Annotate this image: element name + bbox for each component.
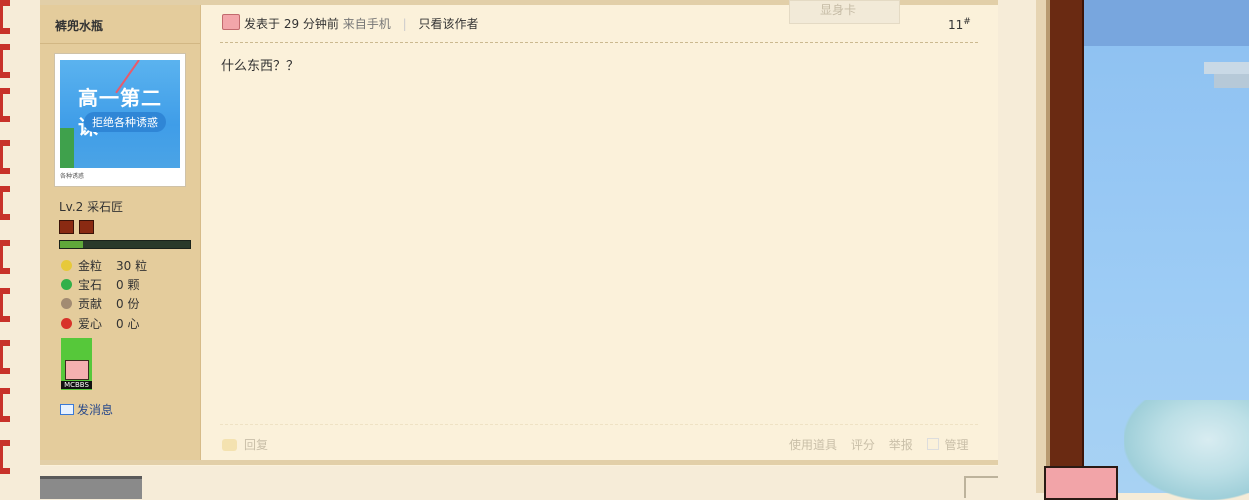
stat-love: 爱心 0 心 [61,315,139,332]
cloud-decoration [1204,62,1249,88]
speech-bubble-icon [222,439,237,451]
avatar-subline: 拒绝各种诱惑 [84,112,166,132]
post-bottom-border [40,460,998,465]
sky-background [1084,0,1249,500]
mcbbs-medal[interactable]: MCBBS [61,338,92,390]
floor-number[interactable]: 11# [948,17,971,32]
show-card-button[interactable]: 显身卡 [789,0,900,24]
fold-icon[interactable] [964,476,998,498]
reply-button[interactable]: 回复 [222,436,268,453]
post-time: 发表于 29 分钟前 [244,17,339,31]
contribution-icon [61,298,72,309]
left-chain-decoration [0,0,12,493]
divider [40,43,200,44]
pig-icon [222,14,240,30]
author-sidebar: 裤兜水瓶 高一第二课 拒绝各种诱惑 各种诱惑 Lv.2 采石匠 金粒30 粒 宝… [40,5,201,460]
stat-gem: 宝石 0 颗 [61,276,139,293]
only-author-link[interactable]: 只看该作者 [418,17,478,31]
gold-nugget-icon [61,260,72,271]
helmet-icon [79,220,94,234]
pig-decoration [1044,466,1118,500]
post-tools: 使用道具 评分 举报 管理 [789,436,979,453]
avatar-caption: 各种诱惑 [60,173,85,180]
avatar[interactable]: 高一第二课 拒绝各种诱惑 各种诱惑 [54,53,186,187]
manage-checkbox[interactable] [926,438,939,450]
next-post-bar [40,476,142,499]
stat-gold: 金粒 30 粒 [61,257,147,274]
wood-frame-decoration [1036,0,1084,493]
post-content: 什么东西？？ [221,59,300,74]
author-name[interactable]: 裤兜水瓶 [55,17,103,34]
level-progress-bar [59,240,191,249]
user-level: Lv.2 采石匠 [59,200,124,214]
apple-heart-icon [61,318,72,329]
level-icons [59,220,99,237]
stat-contribution: 贡献 0 份 [61,295,139,312]
pig-icon [65,360,89,380]
report-button[interactable]: 举报 [889,438,913,452]
footer-divider [220,424,978,425]
header-divider [220,42,978,43]
manage-label: 管理 [944,438,969,452]
rate-button[interactable]: 评分 [851,438,875,452]
send-message-link[interactable]: 发消息 [60,401,113,418]
use-tool-button[interactable]: 使用道具 [789,438,837,452]
envelope-icon [60,404,74,415]
tree-decoration [1124,400,1249,500]
post-header: 发表于 29 分钟前 来自手机 | 只看该作者 [222,14,478,32]
post-source: 来自手机 [342,17,391,31]
helmet-icon [59,220,74,234]
separator: | [402,17,407,31]
medal-label: MCBBS [61,381,92,389]
emerald-icon [61,279,72,290]
